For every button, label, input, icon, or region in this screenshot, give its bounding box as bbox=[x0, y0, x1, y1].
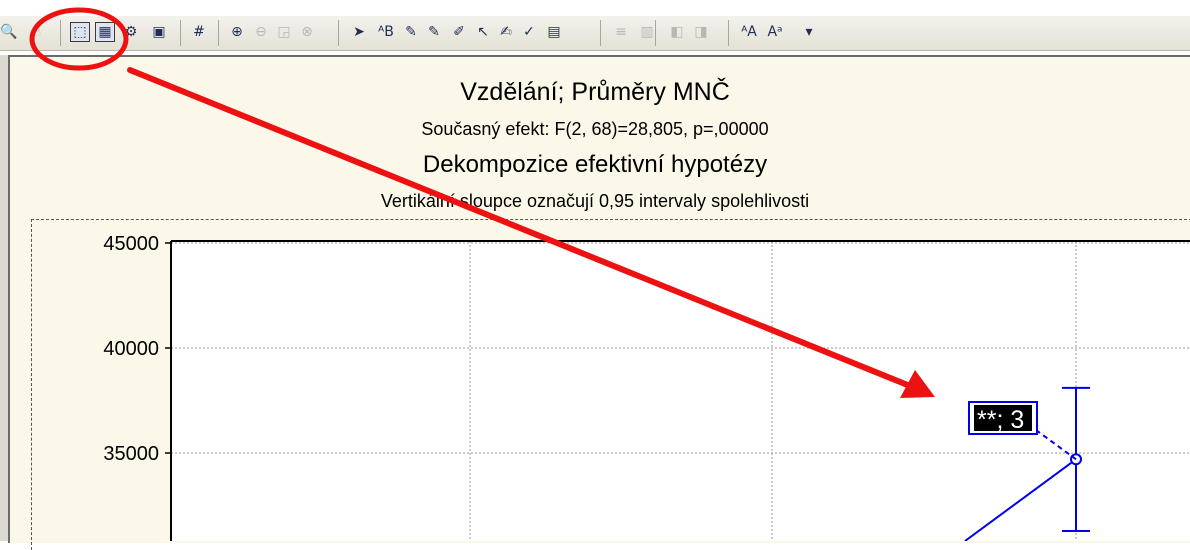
chart-svg: 45000 40000 35000 **; 3 bbox=[103, 233, 1190, 541]
plot-area bbox=[171, 241, 1190, 541]
point-label-text: **; 3 bbox=[977, 406, 1024, 434]
y-tick-label: 45000 bbox=[103, 233, 159, 255]
y-tick-label: 40000 bbox=[103, 338, 159, 360]
y-tick-label: 35000 bbox=[103, 443, 159, 465]
